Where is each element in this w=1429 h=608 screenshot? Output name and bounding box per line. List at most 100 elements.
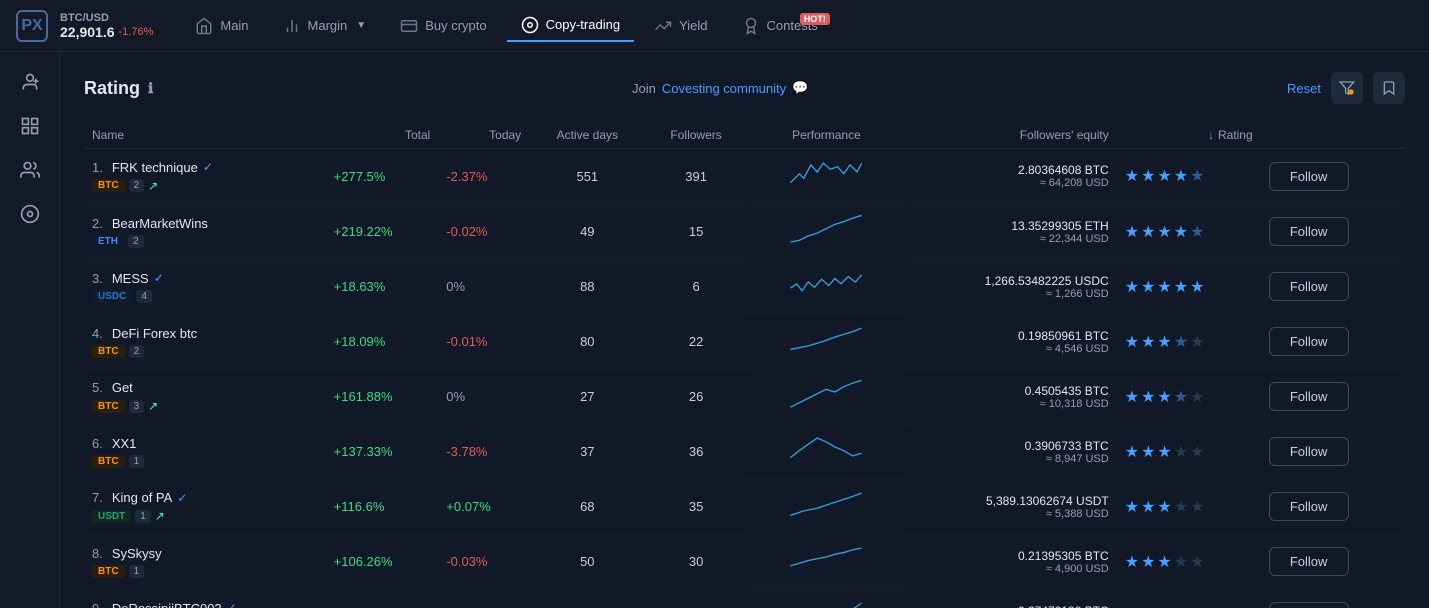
star-empty: ★ [1174, 552, 1188, 572]
followers-cell: 6 [645, 259, 746, 314]
bookmark-icon-btn[interactable] [1373, 72, 1405, 104]
active-days-value: 88 [580, 279, 594, 294]
count-badge: 1 [129, 455, 145, 468]
today-cell: 0% [438, 369, 529, 424]
followers-cell: 35 [645, 479, 746, 534]
count-badge: 1 [129, 565, 145, 578]
trader-name[interactable]: DeFi Forex btc [112, 326, 197, 341]
star-empty: ★ [1174, 497, 1188, 517]
trader-name[interactable]: BearMarketWins [112, 216, 208, 231]
active-days-cell: 27 [529, 369, 645, 424]
nav-item-buy-crypto[interactable]: Buy crypto [386, 11, 500, 41]
equity-cell: 0.3906733 BTC ≈ 8,947 USD [906, 424, 1117, 479]
active-days-cell: 88 [529, 259, 645, 314]
reset-button[interactable]: Reset [1287, 81, 1321, 96]
table-header-row: Name Total Today Active days Followers P… [84, 122, 1405, 149]
equity-cell: 2.80364608 BTC ≈ 64,208 USD [906, 149, 1117, 205]
trader-name-cell: 5. Get BTC 3 ↗ [84, 369, 326, 424]
followers-value: 30 [689, 554, 703, 569]
nav-item-main[interactable]: Main [181, 11, 262, 41]
follow-button[interactable]: Follow [1269, 492, 1349, 521]
followers-value: 391 [685, 169, 707, 184]
star-filled: ★ [1141, 277, 1155, 297]
star-half: ★ [1174, 332, 1188, 352]
star-filled: ★ [1157, 442, 1171, 462]
trader-name[interactable]: XX1 [112, 436, 137, 451]
nav-label-yield: Yield [679, 18, 707, 33]
follow-button[interactable]: Follow [1269, 382, 1349, 411]
followers-cell: 26 [645, 589, 746, 608]
equity-usd: ≈ 64,208 USD [914, 177, 1109, 189]
community-link: Join Covesting community 💬 [632, 80, 808, 96]
performance-chart [747, 259, 906, 314]
sidebar-btn-grid[interactable] [12, 108, 48, 144]
col-name: Name [84, 122, 326, 149]
trend-icon: ↗ [148, 399, 158, 413]
nav-item-copy-trading[interactable]: Copy-trading [507, 10, 634, 42]
rank-num: 8. [92, 546, 103, 561]
community-chat-icon: 💬 [792, 80, 808, 96]
follow-button[interactable]: Follow [1269, 162, 1349, 191]
trader-name[interactable]: SySkysy [112, 546, 162, 561]
followers-value: 35 [689, 499, 703, 514]
nav-item-yield[interactable]: Yield [640, 11, 721, 41]
today-cell: 0% [438, 589, 529, 608]
asset-badge: USDC [92, 290, 132, 303]
total-cell: +18.63% [326, 259, 439, 314]
trader-name[interactable]: FRK technique [112, 160, 198, 175]
trader-name[interactable]: DeRossiniiBTC002 [112, 601, 222, 608]
follow-button[interactable]: Follow [1269, 272, 1349, 301]
info-icon[interactable]: ℹ [148, 80, 153, 97]
follow-button[interactable]: Follow [1269, 217, 1349, 246]
brand-change: -1.76% [119, 26, 154, 38]
active-days-cell: 80 [529, 314, 645, 369]
header-actions: Reset [1287, 72, 1405, 104]
followers-value: 36 [689, 444, 703, 459]
follow-button[interactable]: Follow [1269, 602, 1349, 608]
star-filled: ★ [1125, 277, 1139, 297]
star-filled: ★ [1174, 166, 1188, 186]
follow-button[interactable]: Follow [1269, 547, 1349, 576]
col-total: Total [326, 122, 439, 149]
nav-item-contests[interactable]: Contests HOT! [728, 11, 832, 41]
asset-badge: BTC [92, 345, 125, 358]
trend-icon: ↗ [148, 179, 158, 193]
nav-label-buy-crypto: Buy crypto [425, 18, 486, 33]
nav-label-copy-trading: Copy-trading [546, 17, 620, 32]
star-filled: ★ [1125, 222, 1139, 242]
sort-icon: ↓ [1208, 128, 1214, 142]
star-filled: ★ [1190, 277, 1204, 297]
nav-item-margin[interactable]: Margin ▼ [269, 11, 381, 41]
today-cell: +0.07% [438, 479, 529, 534]
follow-button[interactable]: Follow [1269, 327, 1349, 356]
trader-name[interactable]: Get [112, 380, 133, 395]
active-days-cell: 131 [529, 589, 645, 608]
star-filled: ★ [1125, 166, 1139, 186]
trader-name-cell: 8. SySkysy BTC 1 [84, 534, 326, 589]
trader-rows: 1. FRK technique ✓ BTC 2 ↗ +277.5% -2.37… [84, 149, 1405, 608]
active-days-value: 50 [580, 554, 594, 569]
star-empty: ★ [1174, 442, 1188, 462]
performance-chart [747, 534, 906, 589]
active-days-cell: 68 [529, 479, 645, 534]
total-cell: +219.22% [326, 204, 439, 259]
star-empty: ★ [1190, 387, 1204, 407]
trader-name[interactable]: King of PA [112, 490, 172, 505]
trader-name[interactable]: MESS [112, 271, 149, 286]
table-row: 2. BearMarketWins ETH 2 +219.22% -0.02% … [84, 204, 1405, 259]
followers-cell: 22 [645, 314, 746, 369]
today-value: +0.07% [446, 499, 490, 514]
sidebar-btn-user-add[interactable] [12, 64, 48, 100]
layout: Rating ℹ Join Covesting community 💬 Rese… [0, 52, 1429, 608]
sidebar-btn-settings[interactable] [12, 196, 48, 232]
trader-name-cell: 7. King of PA ✓ USDT 1 ↗ [84, 479, 326, 534]
today-value: 0% [446, 279, 465, 294]
equity-usd: ≈ 4,546 USD [914, 343, 1109, 355]
follow-button[interactable]: Follow [1269, 437, 1349, 466]
sidebar-btn-users[interactable] [12, 152, 48, 188]
equity-main: 0.27470188 BTC [914, 604, 1109, 608]
community-link-anchor[interactable]: Covesting community [662, 81, 786, 96]
today-value: 0% [446, 389, 465, 404]
filter-icon-btn[interactable] [1331, 72, 1363, 104]
nav-label-margin: Margin [308, 18, 348, 33]
